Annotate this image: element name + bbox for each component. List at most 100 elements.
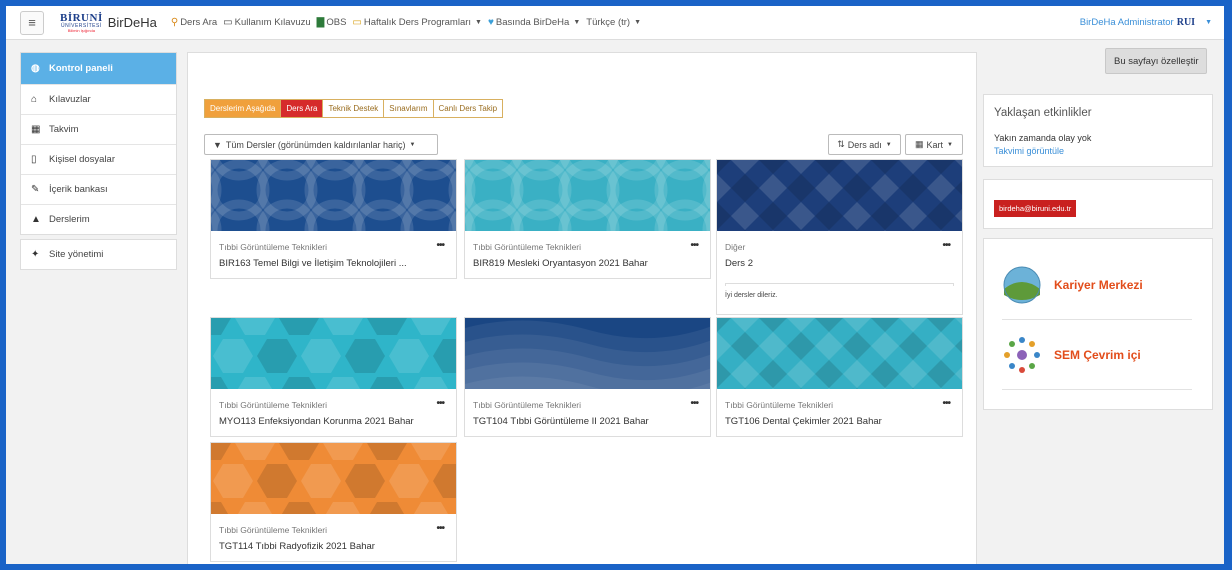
upcoming-events-block: Yaklaşan etkinlikler Yakın zamanda olay …: [983, 94, 1213, 167]
course-card[interactable]: Tıbbi Görüntüleme Teknikleri BIR819 Mesle…: [464, 159, 711, 279]
promo-sem[interactable]: SEM Çevrim içi: [1002, 335, 1141, 375]
promo-divider: [1002, 319, 1192, 320]
hamburger-icon: ≡: [28, 15, 36, 30]
tab-ders-ara[interactable]: Ders Ara: [281, 100, 324, 117]
people-circle-icon: [1004, 337, 1040, 373]
menu-toggle-button[interactable]: ≡: [20, 10, 44, 35]
nav-link-kilavuz[interactable]: ▭ Kullanım Kılavuzu: [223, 17, 311, 28]
file-icon: ▯: [31, 154, 37, 165]
events-title: Yaklaşan etkinlikler: [994, 107, 1092, 119]
course-card[interactable]: Diğer Ders 2 ••• İyi dersler dileriz.: [716, 159, 963, 315]
search-icon: ⚲: [170, 17, 179, 28]
nav-menu: ⚲ Ders Ara ▭ Kullanım Kılavuzu ▇ OBS ▭ H…: [171, 17, 647, 28]
course-name[interactable]: TGT104 Tıbbi Görüntüleme II 2021 Bahar: [473, 416, 710, 427]
calendar-link[interactable]: Takvimi görüntüle: [994, 146, 1212, 156]
course-category: Tıbbi Görüntüleme Teknikleri: [725, 400, 834, 410]
sidebar-item-derslerim[interactable]: ▲ Derslerim: [21, 205, 176, 234]
tab-teknik-destek[interactable]: Teknik Destek: [323, 100, 385, 117]
course-category: Tıbbi Görüntüleme Teknikleri: [219, 400, 328, 410]
more-options-icon[interactable]: •••: [436, 398, 444, 409]
more-options-icon[interactable]: •••: [690, 398, 698, 409]
folder-icon: ▭: [352, 17, 362, 28]
caret-down-icon: ▼: [634, 19, 642, 26]
caret-down-icon: ▼: [409, 141, 416, 148]
caret-down-icon: ▼: [947, 141, 953, 148]
nav-link-obs[interactable]: ▇ OBS: [317, 17, 347, 28]
wrench-icon: ✦: [31, 249, 40, 260]
contact-block: birdeha@biruni.edu.tr: [983, 179, 1213, 229]
course-filter-dropdown[interactable]: ▼ Tüm Dersler (görünümden kaldırılanlar …: [204, 134, 438, 155]
course-image[interactable]: [211, 443, 456, 514]
course-name[interactable]: BIR819 Mesleki Oryantasyon 2021 Bahar: [473, 258, 710, 269]
language-menu[interactable]: Türkçe (tr) ▼: [586, 17, 641, 28]
course-summary: İyi dersler dileriz.: [725, 292, 778, 299]
graduation-cap-icon: ▲: [31, 214, 41, 225]
sidebar-item-takvim[interactable]: ▦ Takvim: [21, 115, 176, 145]
sidebar-item-kontrol-paneli[interactable]: ◍ Kontrol paneli: [21, 53, 176, 85]
nav-link-ders-ara[interactable]: ⚲ Ders Ara: [171, 17, 217, 28]
heart-icon: ♥: [487, 17, 494, 28]
promo-block: Kariyer Merkezi SEM Çevrim içi: [983, 238, 1213, 410]
brand-name: BirDeHa: [107, 15, 157, 30]
sidebar-group-main: ◍ Kontrol paneli ⌂ Kılavuzlar ▦ Takvim ▯…: [20, 52, 177, 235]
brand-logo: BİRUNİ ÜNİVERSİTESİ Bilimin Işığında: [60, 11, 103, 33]
course-card[interactable]: Tıbbi Görüntüleme Teknikleri MYO113 Enfek…: [210, 317, 457, 437]
customize-page-button[interactable]: Bu sayfayı özelleştir: [1105, 48, 1208, 74]
book-icon: ▭: [223, 17, 233, 28]
course-progress-bar: [725, 283, 954, 286]
sidebar-item-icerik-bankasi[interactable]: ✎ İçerik bankası: [21, 175, 176, 205]
course-image[interactable]: [211, 160, 456, 231]
course-card[interactable]: Tıbbi Görüntüleme Teknikleri BIR163 Temel…: [210, 159, 457, 279]
promo-divider: [1002, 389, 1192, 390]
dashboard-icon: ◍: [31, 63, 40, 74]
sidebar-item-site-yonetimi[interactable]: ✦ Site yönetimi: [21, 240, 176, 269]
course-image[interactable]: [211, 318, 456, 389]
email-badge[interactable]: birdeha@biruni.edu.tr: [994, 200, 1077, 217]
course-card[interactable]: Tıbbi Görüntüleme Teknikleri TGT106 Denta…: [716, 317, 963, 437]
user-menu[interactable]: BirDeHa Administrator RUI ▼: [1080, 17, 1212, 28]
more-options-icon[interactable]: •••: [690, 240, 698, 251]
more-options-icon[interactable]: •••: [436, 523, 444, 534]
caret-down-icon: ▼: [885, 141, 892, 148]
sidebar-item-kisisel-dosyalar[interactable]: ▯ Kişisel dosyalar: [21, 145, 176, 175]
nav-link-basinda[interactable]: ♥ Basında BirDeHa ▼: [488, 17, 580, 28]
sort-icon: ⇅: [837, 139, 845, 149]
course-card[interactable]: Tıbbi Görüntüleme Teknikleri TGT104 Tıbbi…: [464, 317, 711, 437]
course-name[interactable]: TGT106 Dental Çekimler 2021 Bahar: [725, 416, 962, 427]
course-image[interactable]: [465, 160, 710, 231]
globe-icon: [1003, 266, 1041, 304]
course-card[interactable]: Tıbbi Görüntüleme Teknikleri TGT114 Tıbbi…: [210, 442, 457, 562]
sidebar: ◍ Kontrol paneli ⌂ Kılavuzlar ▦ Takvim ▯…: [20, 52, 177, 274]
home-icon: ⌂: [31, 94, 38, 105]
events-empty-text: Yakın zamanda olay yok: [994, 133, 1092, 143]
more-options-icon[interactable]: •••: [436, 240, 444, 251]
caret-down-icon: ▼: [475, 19, 482, 26]
course-image[interactable]: [717, 318, 962, 389]
tab-sinavlarim[interactable]: Sınavlarım: [384, 100, 434, 117]
tab-derslerim[interactable]: Derslerim Aşağıda: [205, 100, 282, 117]
sidebar-item-kilavuzlar[interactable]: ⌂ Kılavuzlar: [21, 85, 176, 115]
course-image[interactable]: [465, 318, 710, 389]
sidebar-group-admin: ✦ Site yönetimi: [20, 239, 177, 270]
course-name[interactable]: MYO113 Enfeksiyondan Korunma 2021 Bahar: [219, 416, 456, 427]
grid-icon: ▦: [915, 139, 924, 149]
promo-kariyer[interactable]: Kariyer Merkezi: [1002, 265, 1143, 305]
course-name[interactable]: Ders 2: [725, 258, 962, 269]
more-options-icon[interactable]: •••: [942, 398, 950, 409]
caret-down-icon: ▼: [1205, 19, 1212, 26]
view-dropdown[interactable]: ▦ Kart ▼: [905, 134, 963, 155]
brand[interactable]: BİRUNİ ÜNİVERSİTESİ Bilimin Işığında Bir…: [60, 11, 157, 33]
course-name[interactable]: BIR163 Temel Bilgi ve İletişim Teknoloji…: [219, 258, 456, 269]
top-navbar: ≡ BİRUNİ ÜNİVERSİTESİ Bilimin Işığında B…: [6, 6, 1224, 40]
course-image[interactable]: [717, 160, 962, 231]
more-options-icon[interactable]: •••: [942, 240, 950, 251]
course-tabs: Derslerim Aşağıda Ders Ara Teknik Destek…: [204, 99, 504, 118]
course-category: Diğer: [725, 242, 746, 252]
course-category: Tıbbi Görüntüleme Teknikleri: [219, 242, 328, 252]
paint-brush-icon: ✎: [31, 184, 40, 195]
nav-link-haftalik[interactable]: ▭ Haftalık Ders Programları ▼: [352, 17, 482, 28]
tab-canli-ders[interactable]: Canlı Ders Takip: [433, 100, 503, 117]
sort-dropdown[interactable]: ⇅ Ders adı ▼: [828, 134, 901, 155]
course-category: Tıbbi Görüntüleme Teknikleri: [473, 400, 582, 410]
course-name[interactable]: TGT114 Tıbbi Radyofizik 2021 Bahar: [219, 541, 456, 552]
